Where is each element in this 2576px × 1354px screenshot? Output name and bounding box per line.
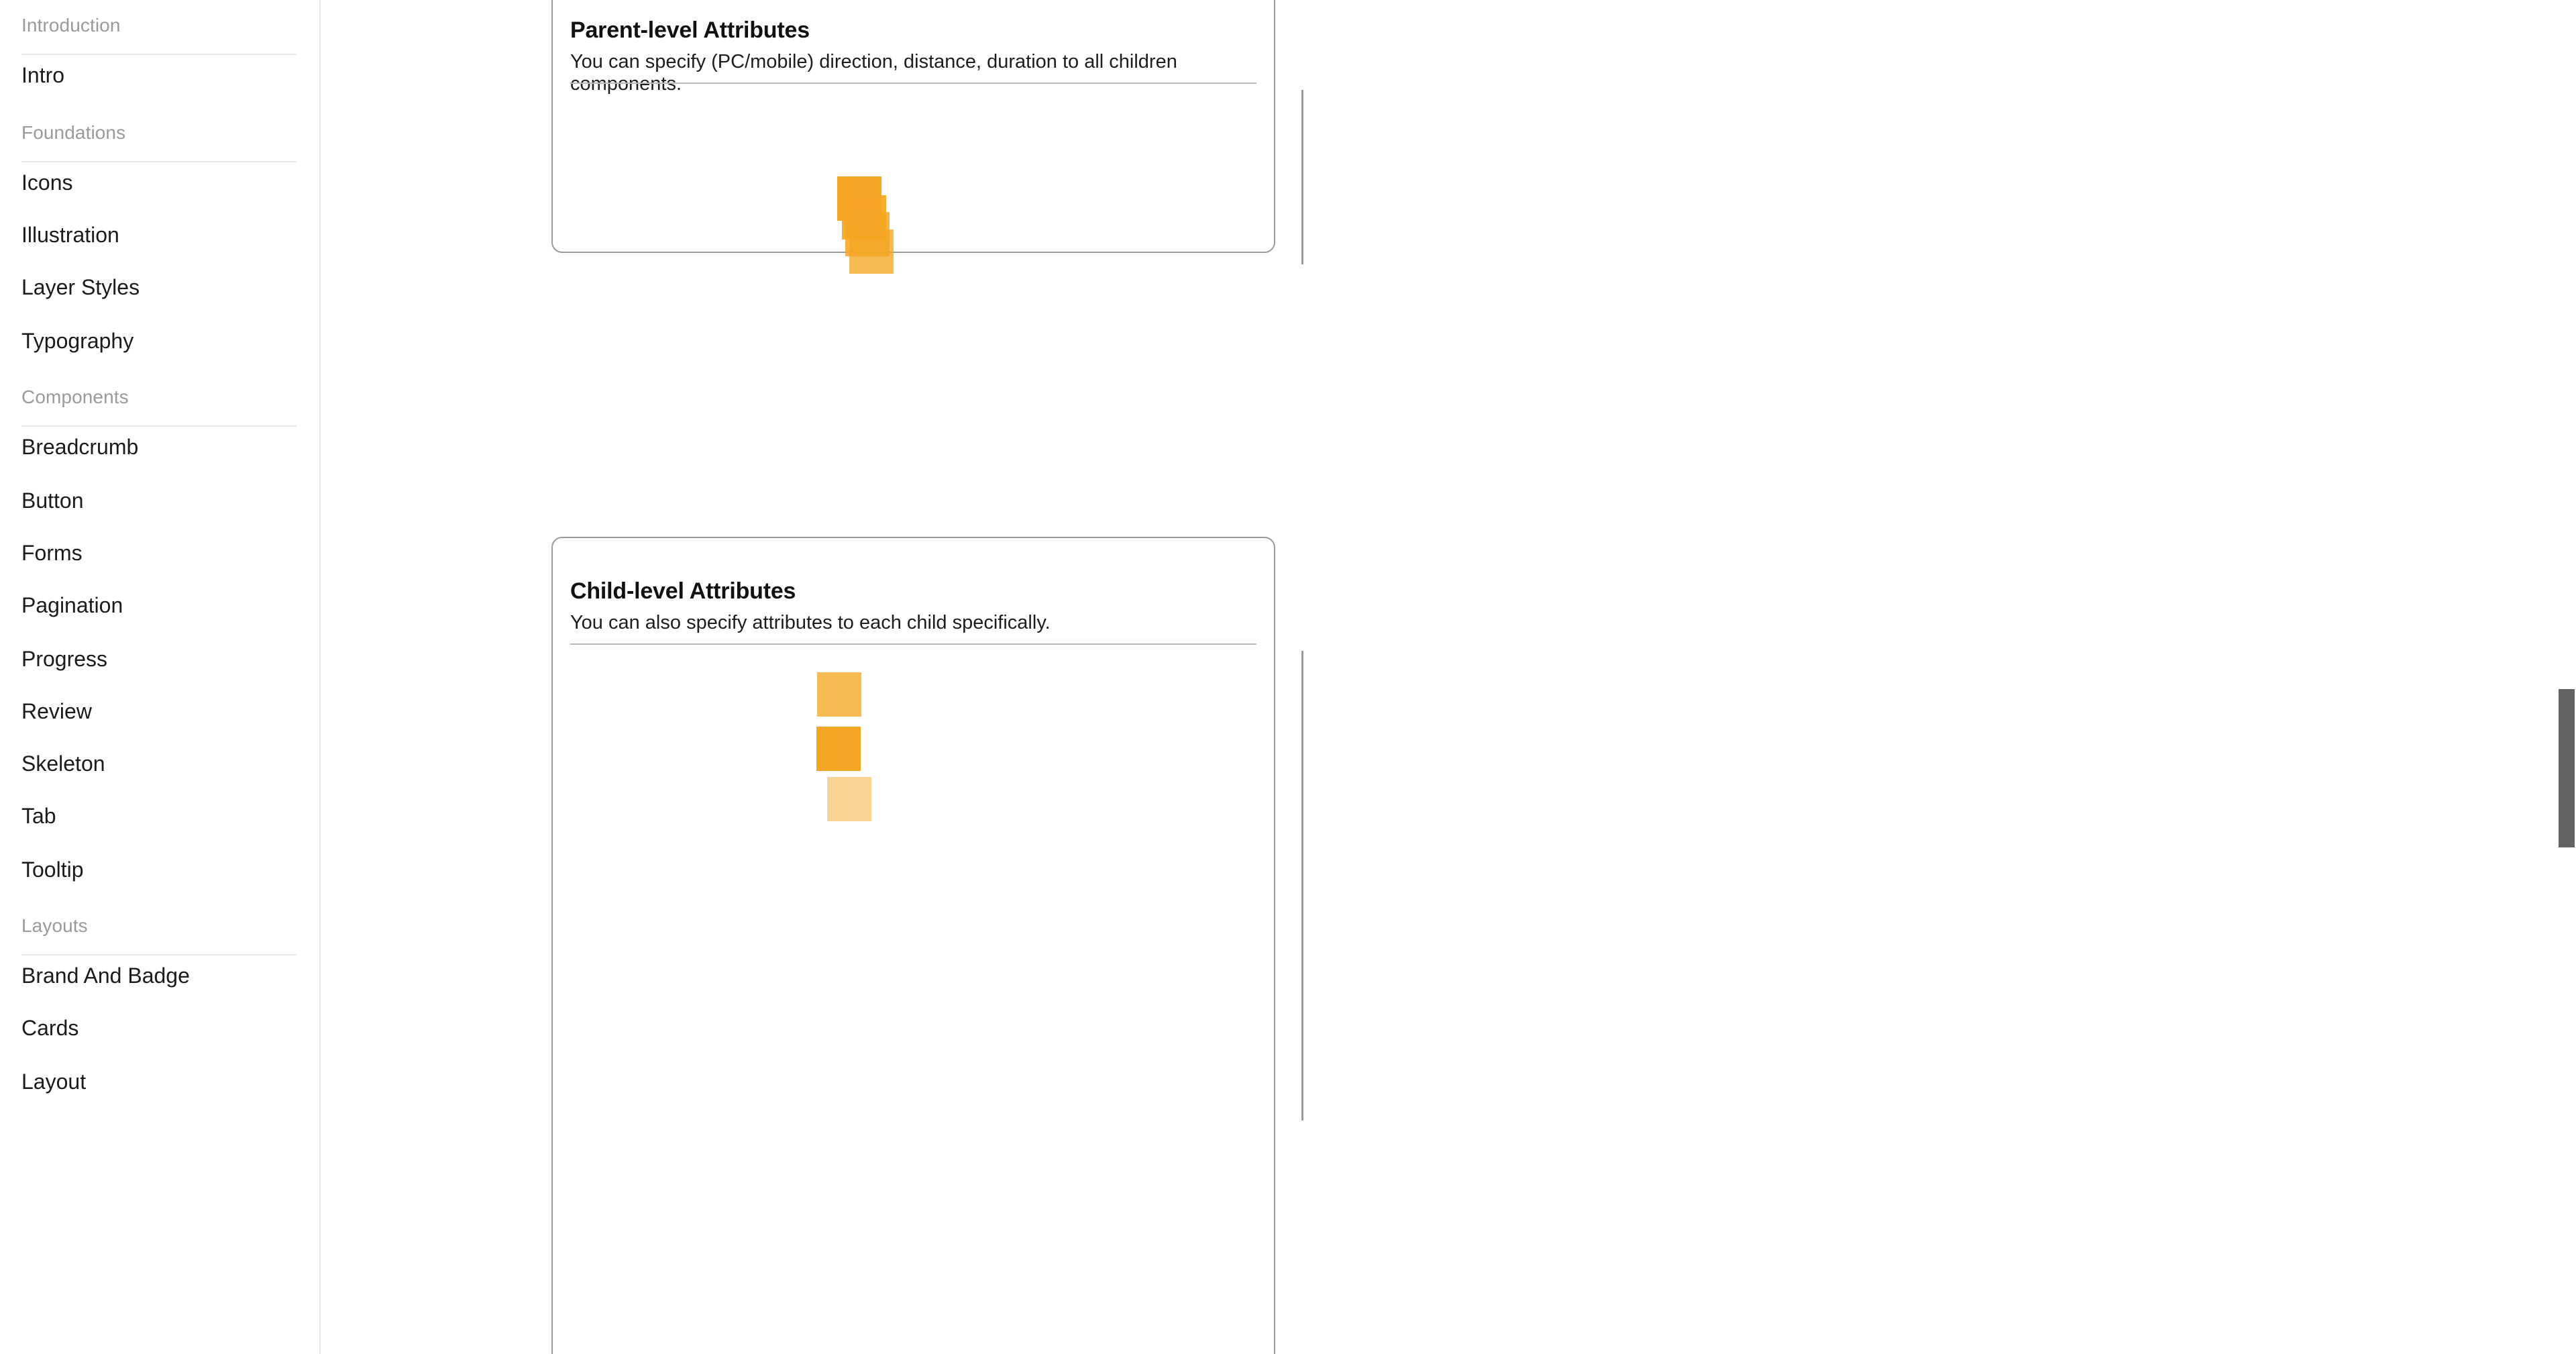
scrollfloat-demo-preview	[570, 651, 1301, 1121]
float-item-box	[827, 777, 871, 821]
sidebar-item-pagination[interactable]: Pagination	[0, 594, 123, 616]
sidebar-group-divider	[21, 425, 297, 427]
sidebar-item-typography[interactable]: Typography	[0, 330, 133, 352]
sidebar-item-illustration[interactable]: Illustration	[0, 224, 119, 246]
sidebar-nav-list: Introduction Intro Foundations Icons Illustr…	[0, 0, 319, 1354]
code-sample-panel: import { ScrollFloat, FloatItem, Section…	[1301, 651, 1317, 1121]
sidebar-item-button[interactable]: Button	[0, 490, 84, 511]
code-sample-panel: import { ScrollFloat, FloatItem, Section…	[1301, 90, 1317, 264]
sidebar-item-tab[interactable]: Tab	[0, 805, 56, 827]
sidebar-item-forms[interactable]: Forms	[0, 542, 83, 564]
app-root: Introduction Intro Foundations Icons Illustr…	[0, 0, 2576, 1354]
sidebar-group-label-foundations: Foundations	[21, 122, 126, 143]
float-item-box	[849, 229, 894, 274]
docs-card: Parent-level Attributes You can specify (…	[551, 0, 1303, 274]
card-divider	[570, 643, 1256, 645]
sidebar-item-intro[interactable]: Intro	[0, 64, 64, 86]
sidebar-group-divider	[21, 54, 297, 55]
main-content: Parent-level Attributes You can specify (…	[321, 0, 2576, 1354]
sidebar-navigation: Introduction Intro Foundations Icons Illustr…	[0, 0, 321, 1354]
sidebar-group-label-introduction: Introduction	[21, 15, 121, 36]
sidebar-item-tooltip[interactable]: Tooltip	[0, 859, 84, 880]
card-description: You can specify (PC/mobile) direction, d…	[570, 51, 1177, 95]
scrollfloat-demo-preview	[570, 90, 1301, 274]
card-divider	[570, 83, 1256, 84]
sidebar-group-label-components: Components	[21, 386, 129, 407]
float-item-box	[816, 727, 861, 771]
card-title: Child-level Attributes	[570, 578, 796, 604]
sidebar-item-breadcrumb[interactable]: Breadcrumb	[0, 436, 138, 458]
sidebar-item-review[interactable]: Review	[0, 700, 92, 722]
sidebar-item-brand-and-badge[interactable]: Brand And Badge	[0, 965, 190, 986]
float-item-box	[817, 672, 861, 717]
sidebar-group-divider	[21, 954, 297, 955]
card-body-row: import { ScrollFloat, FloatItem, Section…	[570, 651, 1303, 1121]
sidebar-item-skeleton[interactable]: Skeleton	[0, 753, 105, 774]
page-scrollbar-thumb[interactable]	[2559, 689, 2575, 847]
sidebar-group-divider	[21, 161, 297, 162]
card-body-row: import { ScrollFloat, FloatItem, Section…	[570, 90, 1303, 274]
card-title: Parent-level Attributes	[570, 17, 810, 43]
card-description: You can also specify attributes to each …	[570, 612, 1051, 633]
page-scrollbar-track[interactable]	[2557, 0, 2576, 1354]
sidebar-item-progress[interactable]: Progress	[0, 648, 107, 670]
sidebar-group-label-layouts: Layouts	[21, 915, 88, 936]
sidebar-item-layout[interactable]: Layout	[0, 1071, 86, 1092]
docs-card: Child-level Attributes You can also speci…	[551, 537, 1303, 1354]
sidebar-item-layer-styles[interactable]: Layer Styles	[0, 276, 140, 298]
sidebar-item-cards[interactable]: Cards	[0, 1017, 78, 1039]
sidebar-item-icons[interactable]: Icons	[0, 172, 72, 193]
